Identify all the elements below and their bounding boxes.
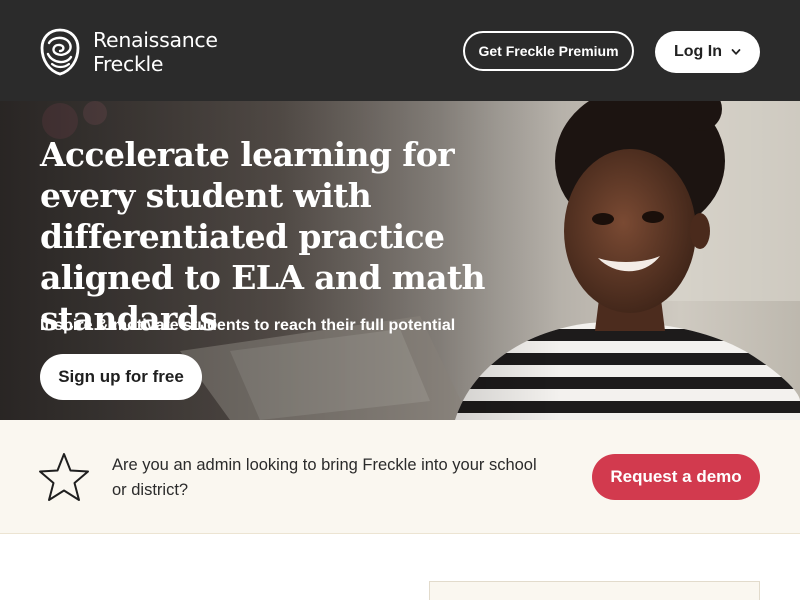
admin-banner: Are you an admin looking to bring Freckl… [0, 420, 800, 534]
hero-headline: Accelerate learning for every student wi… [40, 135, 486, 338]
log-in-label: Log In [674, 43, 722, 60]
logo-line-2: Freckle [93, 52, 164, 76]
sign-up-free-button[interactable]: Sign up for free [40, 354, 202, 400]
renaissance-freckle-logo[interactable]: Renaissance Freckle [40, 27, 240, 79]
renaissance-swirl-icon [40, 28, 80, 76]
logo-line-1: Renaissance [93, 28, 218, 52]
logo-wordmark: Renaissance Freckle [93, 28, 218, 76]
chevron-down-icon [731, 49, 741, 55]
hero-section: Accelerate learning for every student wi… [0, 101, 800, 420]
log-in-button[interactable]: Log In [655, 31, 760, 73]
request-demo-button[interactable]: Request a demo [592, 454, 760, 500]
star-outline-icon [39, 453, 89, 501]
hero-subheadline: Inspire & motivate students to reach the… [40, 317, 456, 334]
site-header: Renaissance Freckle Get Freckle Premium … [0, 0, 800, 101]
get-freckle-premium-button[interactable]: Get Freckle Premium [463, 31, 634, 71]
admin-prompt-text: Are you an admin looking to bring Freckl… [112, 456, 537, 499]
content-card [429, 581, 760, 600]
